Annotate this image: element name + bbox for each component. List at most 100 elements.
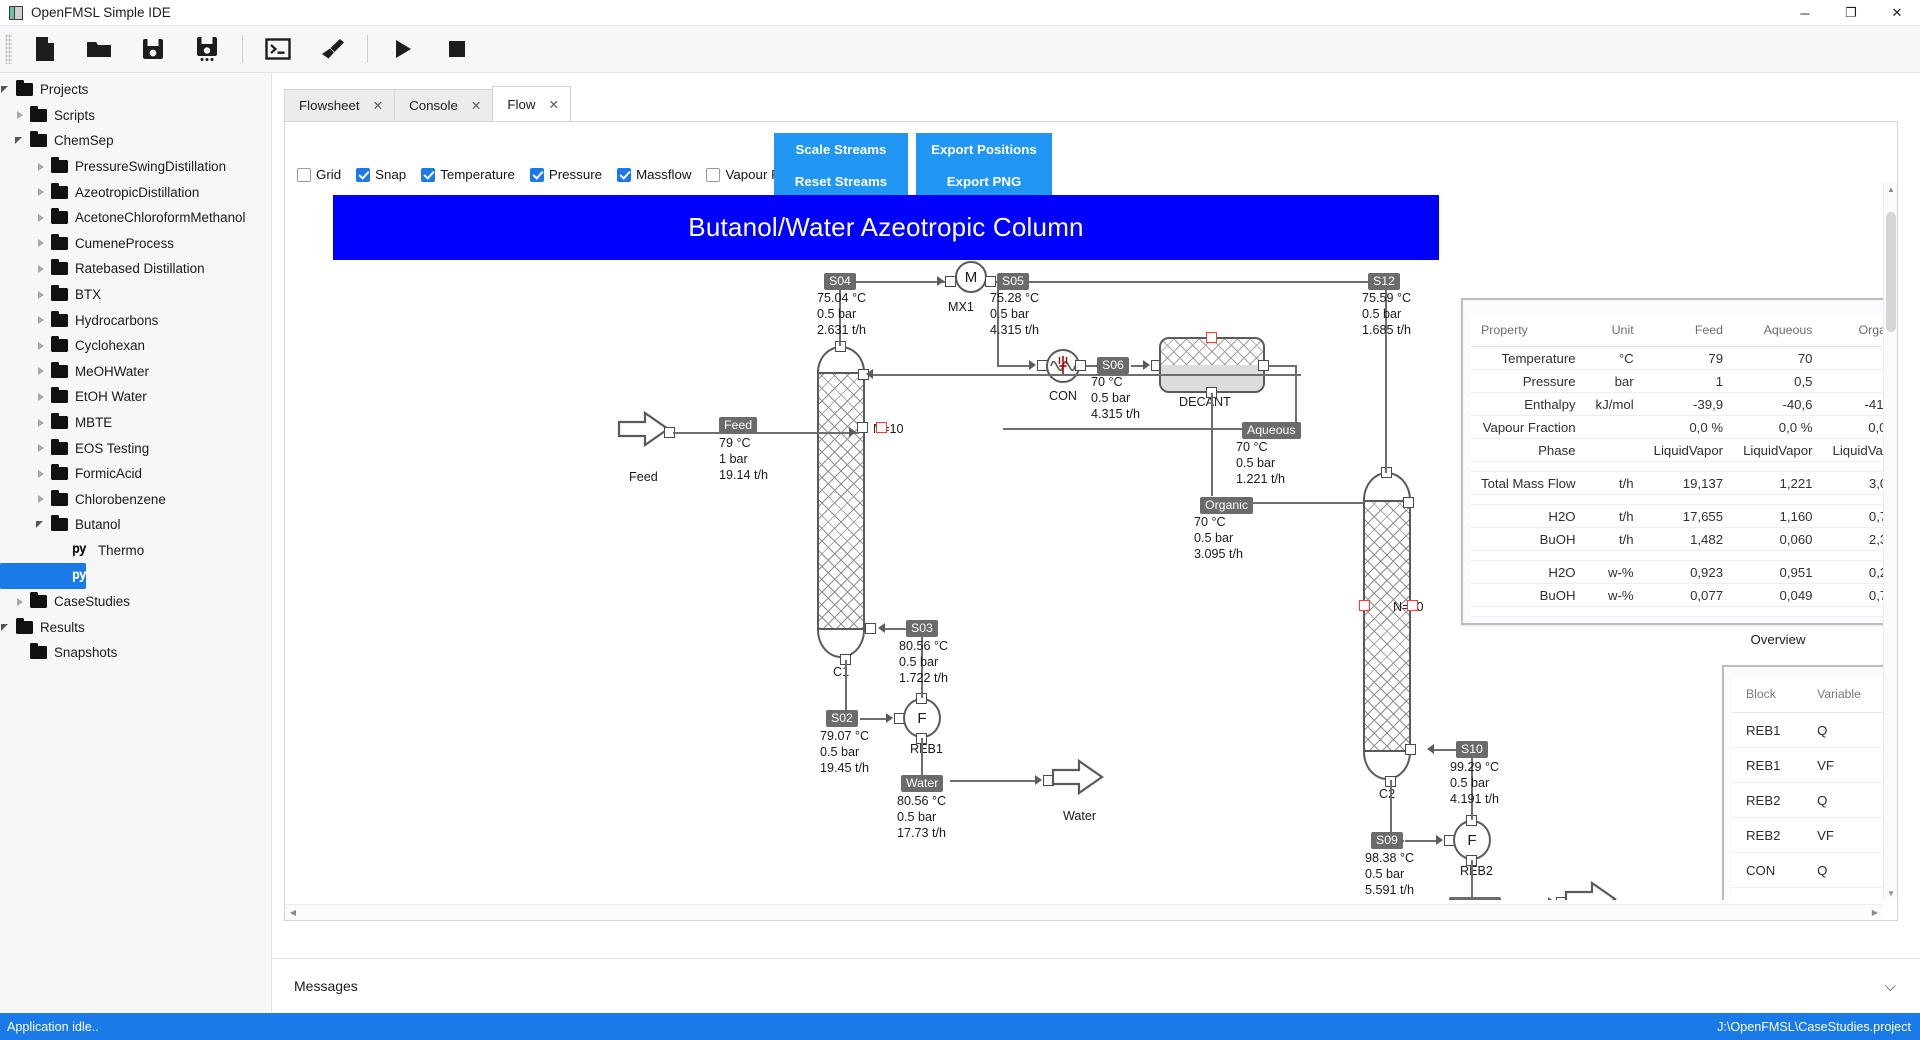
sidebar-item-thermo[interactable]: py Thermo [0,538,271,564]
sidebar-item-scripts[interactable]: Scripts [0,103,271,129]
port-c2-stage-right[interactable] [1407,600,1418,611]
table-row[interactable]: PhaseLiquidVaporLiquidVaporLiquidVaporBu… [1471,438,1883,462]
chevron-right-icon[interactable] [35,211,48,224]
scroll-left-arrow[interactable]: ◀ [285,905,301,920]
minimize-button[interactable]: ─ [1782,0,1828,26]
stream-tag-water[interactable]: Water [901,775,944,792]
chevron-right-icon[interactable] [35,160,48,173]
sidebar-item-cyclohexan[interactable]: Cyclohexan [0,333,271,359]
flowsheet-canvas[interactable]: Butanol/Water Azeotropic Column C1 N=10 … [285,182,1883,900]
stream-tag-s04[interactable]: S04 [824,273,856,290]
sidebar-item-results[interactable]: Results [0,614,271,640]
chevron-right-icon[interactable] [35,339,48,352]
sidebar-item-casestudies[interactable]: CaseStudies [0,589,271,615]
scale-streams-button[interactable]: Scale Streams [774,133,908,165]
stream-tag-s10[interactable]: S10 [1456,741,1488,758]
checkbox-massflow[interactable]: Massflow [617,167,691,182]
table-row[interactable]: REB1VF0.0817267mol/mol [1732,747,1883,783]
scroll-down-arrow[interactable]: ▼ [1884,886,1898,900]
chevron-right-icon[interactable] [35,390,48,403]
table-row[interactable]: Vapour Fraction0,0 %0,0 %0,0 %0,0 %0,0 % [1471,415,1883,439]
block-mx1[interactable]: M [955,261,987,293]
table-row[interactable]: EnthalpykJ/mol-39,9-40,6-41,64-39,75-36,… [1471,392,1883,416]
chevron-right-icon[interactable] [35,288,48,301]
chevron-right-icon[interactable] [35,365,48,378]
table-row[interactable]: H2Ow-%0,9230,9510,2560,9960,000 [1471,560,1883,584]
checkbox-box[interactable] [617,167,632,182]
toolbar-grip[interactable] [5,34,12,64]
sidebar-item-btx[interactable]: BTX [0,282,271,308]
close-icon[interactable]: ✕ [548,97,558,112]
canvas-vertical-scrollbar[interactable]: ▲ ▼ [1883,182,1897,900]
stream-tag-s12[interactable]: S12 [1368,273,1400,290]
block-decant[interactable] [1159,337,1265,393]
sidebar-item-azeotropicdistillation[interactable]: AzeotropicDistillation [0,179,271,205]
sidebar-item-butanol[interactable]: Butanol [0,512,271,538]
checkbox-box[interactable] [421,167,436,182]
table-row[interactable]: REB2VF0.748813mol/mol [1732,817,1883,853]
clear-button[interactable] [305,29,359,69]
checkbox-box[interactable] [297,167,311,182]
port-decant-vent[interactable] [1206,332,1217,343]
stream-tag-s09[interactable]: S09 [1371,832,1403,849]
chevron-right-icon[interactable] [35,493,48,506]
port-con-out[interactable] [1075,360,1086,371]
stream-tag-organic[interactable]: Organic [1200,497,1254,514]
tab-flow[interactable]: Flow ✕ [492,86,571,121]
block-reb2[interactable]: F [1453,820,1491,860]
sidebar-item-acetonechloroformmethanol[interactable]: AcetoneChloroformMethanol [0,205,271,231]
block-reb1[interactable]: F [903,698,941,738]
chevron-down-icon[interactable]: ⌵ [1885,978,1896,995]
table-row[interactable]: BuOHt/h1,4820,0602,3020,0731,410 [1471,527,1883,551]
sidebar-item-mbte[interactable]: MBTE [0,410,271,436]
stream-tag-feed[interactable]: Feed [719,417,758,434]
chevron-down-icon[interactable] [14,134,27,147]
chevron-down-icon[interactable] [0,83,13,96]
sidebar-item-meohwater[interactable]: MeOHWater [0,359,271,385]
scroll-up-arrow[interactable]: ▲ [1884,182,1898,196]
table-row[interactable]: CONQ-1.70624MW [1732,852,1883,888]
sidebar-item-formicacid[interactable]: FormicAcid [0,461,271,487]
port-c2-stage-left[interactable] [1359,600,1370,611]
chevron-right-icon[interactable] [35,442,48,455]
port-mx1-out[interactable] [985,276,996,287]
table-row[interactable]: REB1Q1.04847MW [1732,712,1883,748]
chevron-right-icon[interactable] [35,186,48,199]
table-row[interactable]: Temperature°C79707080,5699,29 [1471,346,1883,370]
water-sink-icon[interactable] [1051,758,1107,804]
maximize-button[interactable]: ❐ [1828,0,1874,26]
save-button[interactable] [126,29,180,69]
chevron-right-icon[interactable] [35,416,48,429]
stream-tag-s06[interactable]: S06 [1097,357,1129,374]
checkbox-pressure[interactable]: Pressure [529,167,602,182]
stream-tag-aqueous[interactable]: Aqueous [1242,422,1301,439]
checkbox-grid[interactable]: Grid [297,167,341,182]
checkbox-box[interactable] [529,167,544,182]
scroll-right-arrow[interactable]: ▶ [1867,905,1883,920]
chevron-right-icon[interactable] [35,467,48,480]
console-button[interactable] [251,29,305,69]
table-row[interactable]: REB2Q0.71633MW [1732,782,1883,818]
save-all-button[interactable] [180,29,234,69]
close-icon[interactable]: ✕ [471,98,481,113]
port-c2-organic-in[interactable] [1403,497,1414,508]
chevron-right-icon[interactable] [14,109,27,122]
sidebar-item-etoh-water[interactable]: EtOH Water [0,384,271,410]
chevron-down-icon[interactable] [35,518,48,531]
tab-console[interactable]: Console ✕ [394,89,494,121]
chevron-right-icon[interactable] [35,237,48,250]
stop-button[interactable] [430,29,484,69]
port-decant-aqueous[interactable] [1258,360,1269,371]
messages-panel[interactable]: Messages ⌵ [272,958,1920,1013]
sidebar-item-ratebased-distillation[interactable]: Ratebased Distillation [0,256,271,282]
butanol-sink-icon[interactable] [1564,880,1620,900]
stream-tag-s05[interactable]: S05 [997,273,1029,290]
chevron-right-icon[interactable] [35,262,48,275]
close-button[interactable]: ✕ [1874,0,1920,26]
tab-flowsheet[interactable]: Flowsheet ✕ [284,89,396,121]
column-c1-body[interactable] [817,372,865,630]
stream-tag-butanol[interactable]: Butanol [1449,897,1501,900]
sidebar-item-chlorobenzene[interactable]: Chlorobenzene [0,487,271,513]
vertical-scroll-thumb[interactable] [1886,212,1896,332]
checkbox-temperature[interactable]: Temperature [421,167,515,182]
